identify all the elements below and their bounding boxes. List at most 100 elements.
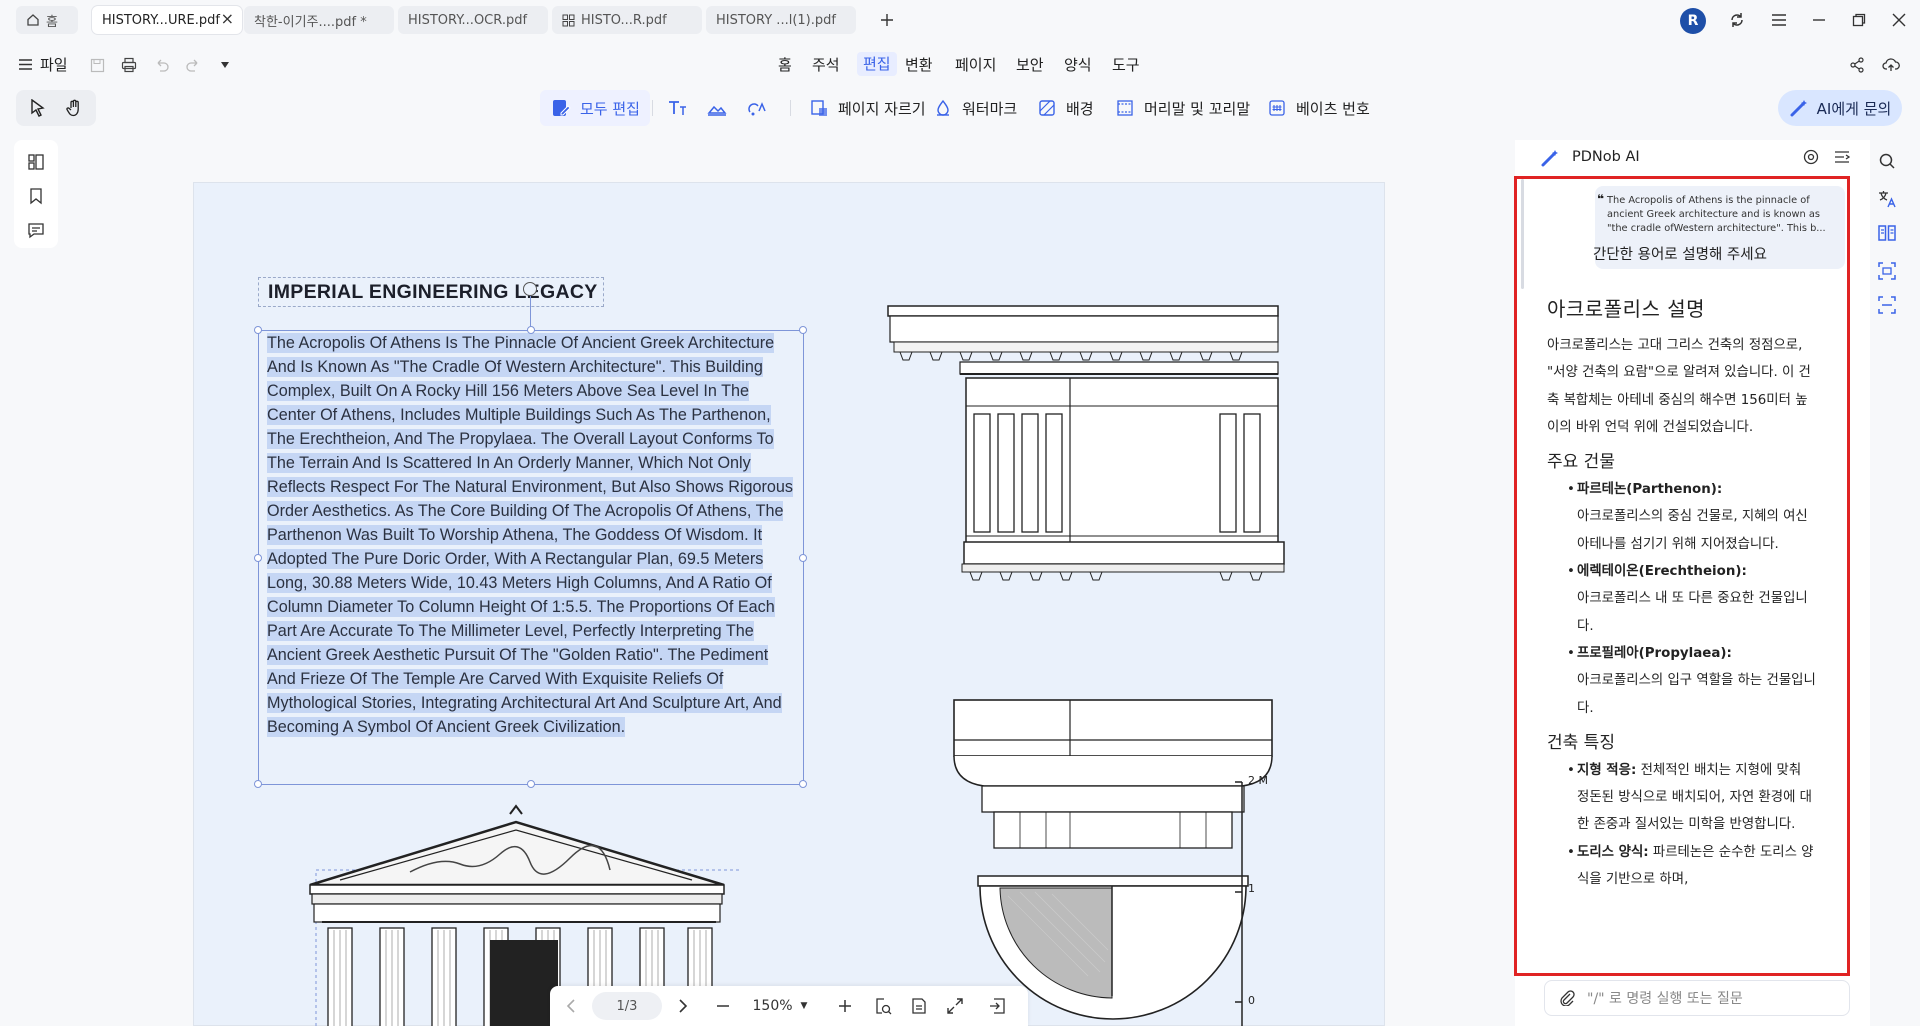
tab-label: HISTORY ...l(1).pdf: [716, 12, 836, 28]
scale-label-1: 1: [1248, 882, 1255, 895]
page-indicator[interactable]: 1/3: [592, 992, 662, 1020]
body-text-box[interactable]: The Acropolis Of Athens Is The Pinnacle …: [254, 326, 807, 788]
header-footer-button[interactable]: 머리말 및 꼬리말: [1114, 90, 1250, 126]
tab-history-ocr[interactable]: HISTORY...OCR.pdf: [398, 6, 548, 34]
resize-handle[interactable]: [254, 326, 262, 334]
file-menu[interactable]: 파일: [18, 54, 68, 75]
background-button[interactable]: 배경: [1036, 90, 1094, 126]
ai-answer: 아크로폴리스 설명 아크로폴리스는 고대 그리스 건축의 정점으로, "서양 건…: [1547, 293, 1817, 893]
background-icon: [1036, 97, 1058, 119]
hand-tool-icon[interactable]: [62, 96, 86, 120]
ai-chat-input[interactable]: "/" 로 명령 실행 또는 질문: [1544, 980, 1850, 1016]
answer-intro: 아크로폴리스는 고대 그리스 건축의 정점으로, "서양 건축의 요람"으로 알…: [1547, 338, 1811, 435]
exit-view-icon[interactable]: [986, 994, 1008, 1018]
section-title: 건축 특징: [1547, 732, 1615, 753]
bookmark-icon[interactable]: [24, 184, 48, 208]
sync-icon[interactable]: [1724, 8, 1750, 32]
dropdown-arrow-icon[interactable]: [214, 54, 236, 76]
close-window-icon[interactable]: [1886, 8, 1912, 32]
undo-icon[interactable]: [150, 54, 172, 76]
tab-label: HISTORY...OCR.pdf: [408, 12, 528, 28]
tab-history-r[interactable]: HISTO...R.pdf: [552, 6, 702, 34]
zoom-level[interactable]: 150% ▼: [750, 994, 810, 1018]
close-icon[interactable]: ×: [221, 9, 234, 28]
menu-tools[interactable]: 도구: [1112, 54, 1140, 75]
chevron-down-icon: ▼: [800, 1001, 808, 1011]
save-icon[interactable]: [86, 54, 108, 76]
minimize-icon[interactable]: [1806, 8, 1832, 32]
cloud-upload-icon[interactable]: [1880, 54, 1902, 76]
menu-edit[interactable]: 편집: [857, 52, 897, 76]
compare-icon[interactable]: [1874, 220, 1900, 246]
thumbnails-icon[interactable]: [24, 150, 48, 174]
tab-history-l1[interactable]: HISTORY ...l(1).pdf: [706, 6, 856, 34]
menu-page[interactable]: 페이지: [955, 54, 996, 75]
menu-home[interactable]: 홈: [778, 54, 792, 75]
fit-width-icon[interactable]: [908, 994, 930, 1018]
tab-home[interactable]: 홈: [16, 6, 78, 34]
comment-icon[interactable]: [24, 218, 48, 242]
resize-handle[interactable]: [527, 326, 535, 334]
tab-label: 홈: [46, 14, 58, 30]
add-link-button[interactable]: [746, 90, 776, 126]
screenshot-ocr-icon[interactable]: [1874, 258, 1900, 284]
next-page-icon[interactable]: [672, 994, 694, 1018]
bates-number-icon: [1266, 97, 1288, 119]
ask-ai-button[interactable]: AI에게 문의: [1778, 90, 1902, 126]
resize-handle[interactable]: [254, 554, 262, 562]
attach-icon[interactable]: [1559, 990, 1575, 1006]
watermark-icon: [932, 97, 954, 119]
settings-icon[interactable]: [1802, 148, 1820, 166]
scrollbar[interactable]: [1521, 179, 1524, 289]
text-edit-icon: [666, 97, 688, 119]
body-paragraph[interactable]: The Acropolis Of Athens Is The Pinnacle …: [267, 331, 797, 739]
home-icon: [26, 13, 40, 27]
redo-icon[interactable]: [182, 54, 204, 76]
crop-page-button[interactable]: 페이지 자르기: [808, 90, 926, 126]
zoom-in-icon[interactable]: [834, 994, 856, 1018]
menu-security[interactable]: 보안: [1016, 54, 1044, 75]
add-image-button[interactable]: [706, 90, 736, 126]
link-edit-icon: [746, 97, 768, 119]
hamburger-menu-icon[interactable]: [1766, 8, 1792, 32]
menu-annotate[interactable]: 주석: [812, 54, 840, 75]
resize-handle[interactable]: [799, 780, 807, 788]
rotate-handle-icon[interactable]: [523, 282, 537, 296]
hamburger-icon: [18, 58, 33, 71]
new-tab-plus-icon[interactable]: [874, 8, 900, 32]
resize-handle[interactable]: [799, 326, 807, 334]
resize-handle[interactable]: [527, 780, 535, 788]
ai-conversation-highlight: ❝ The Acropolis of Athens is the pinnacl…: [1514, 176, 1850, 976]
watermark-button[interactable]: 워터마크: [932, 90, 1017, 126]
document-title[interactable]: IMPERIAL ENGINEERING LEGACY: [258, 277, 604, 307]
image-edit-icon: [706, 97, 728, 119]
bates-number-button[interactable]: 베이츠 번호: [1266, 90, 1370, 126]
restore-icon[interactable]: [1846, 8, 1872, 32]
translate-icon[interactable]: [1874, 186, 1900, 212]
fit-page-icon[interactable]: [872, 994, 894, 1018]
tab-history-ure[interactable]: HISTORY...URE.pdf ×: [92, 6, 242, 34]
scan-icon[interactable]: [1874, 292, 1900, 318]
collapse-panel-icon[interactable]: [1834, 149, 1850, 165]
tab-label: 착한-이기주....pdf *: [254, 14, 367, 30]
avatar[interactable]: R: [1680, 8, 1706, 34]
resize-handle[interactable]: [254, 780, 262, 788]
search-icon[interactable]: [1874, 148, 1900, 174]
resize-handle[interactable]: [799, 554, 807, 562]
select-cursor-icon[interactable]: [26, 96, 50, 120]
edit-all-button[interactable]: 모두 편집: [540, 90, 650, 126]
prev-page-icon[interactable]: [560, 994, 582, 1018]
menu-convert[interactable]: 변환: [905, 54, 933, 75]
left-sidebar: [14, 140, 58, 248]
menu-form[interactable]: 양식: [1064, 54, 1092, 75]
print-icon[interactable]: [118, 54, 140, 76]
fullscreen-icon[interactable]: [944, 994, 966, 1018]
add-text-button[interactable]: [666, 90, 696, 126]
zoom-out-icon[interactable]: [712, 994, 734, 1018]
grid-icon: [562, 14, 575, 27]
zoom-bar: 1/3 150% ▼: [550, 986, 1028, 1026]
tab-korean-pdf[interactable]: 착한-이기주....pdf *: [244, 6, 394, 34]
right-toolbar: [1862, 140, 1912, 340]
list-item: 에렉테이온(Erechtheion):아크로폴리스 내 또 다른 중요한 건물입…: [1547, 558, 1817, 640]
share-icon[interactable]: [1846, 54, 1868, 76]
